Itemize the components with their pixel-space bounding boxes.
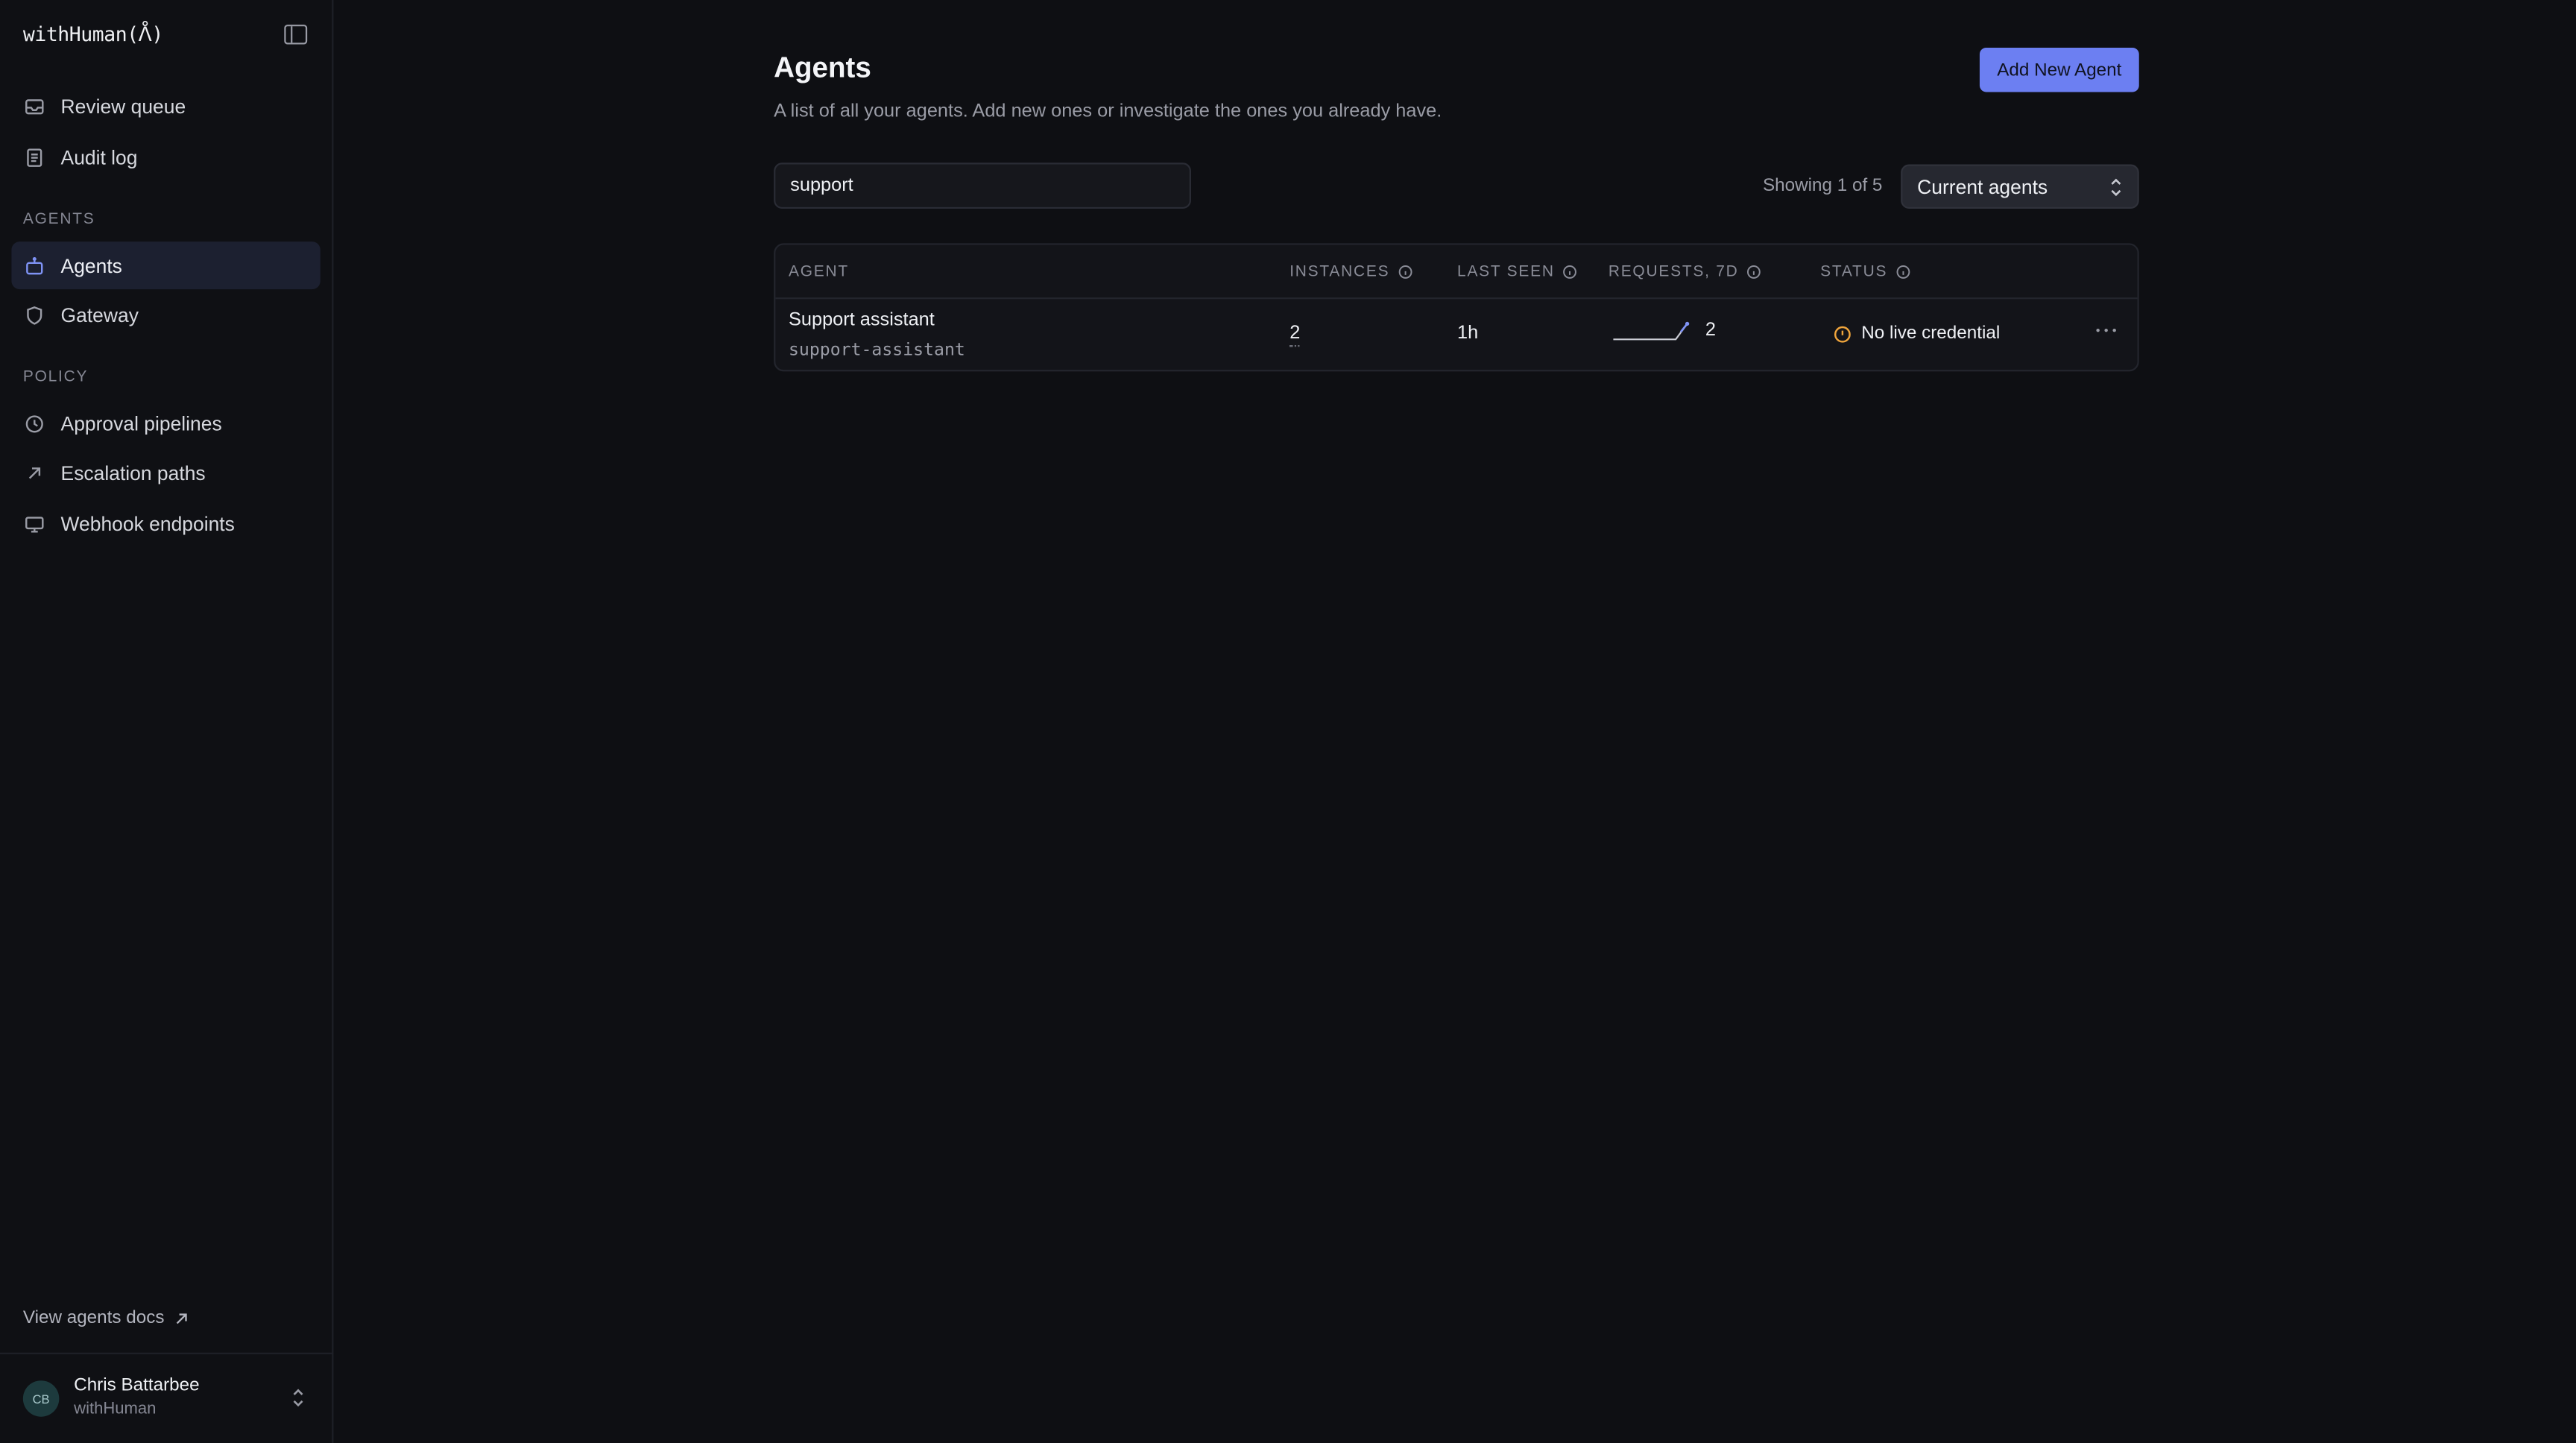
docs-link-label: View agents docs [22,1308,165,1328]
header-label: REQUESTS, 7D [1608,262,1739,282]
external-link-icon [176,1313,187,1324]
sidebar-item-label: Review queue [60,94,186,118]
status-label: No live credential [1861,323,2001,344]
header-label: STATUS [1820,262,1888,282]
header-label: INSTANCES [1289,262,1390,282]
requests-sparkline [1613,321,1690,341]
search-input[interactable] [774,162,1191,209]
chevron-up-down-icon [2111,178,2121,197]
avatar[interactable]: CB [22,1380,60,1417]
user-name: Chris Battarbee [74,1375,200,1396]
sidebar-item-label: Agents [60,253,122,277]
divider [0,1352,334,1354]
sidebar-item-label: Audit log [60,145,138,169]
info-icon[interactable] [1895,265,1910,280]
add-new-agent-button[interactable]: Add New Agent [1979,47,2139,92]
header-label: AGENT [788,262,849,282]
last-seen-value: 1h [1457,323,1479,344]
view-docs-link[interactable]: View agents docs [22,1308,189,1328]
arrow-up-right-icon [25,463,44,482]
page-title: Agents [774,51,871,84]
info-icon[interactable] [1563,265,1578,280]
sidebar-item-label: Approval pipelines [60,411,222,435]
sidebar-item-webhook-endpoints[interactable]: Webhook endpoints [11,499,320,547]
requests-value: 2 [1705,320,1716,341]
column-header-last-seen: LAST SEEN [1457,263,1578,281]
sidebar-item-label: Gateway [60,303,139,326]
column-header-instances: INSTANCES [1289,263,1412,281]
select-value: Current agents [1917,174,2048,198]
status-badge: No live credential [1834,323,2001,344]
results-count: Showing 1 of 5 [1762,175,1883,196]
column-header-status: STATUS [1820,263,1910,281]
agents-table: AGENT INSTANCES LAST SEEN REQUESTS, 7D S… [774,243,2139,372]
shield-icon [25,305,44,324]
bot-icon [25,256,44,275]
column-header-agent: AGENT [789,263,849,281]
sidebar-item-review-queue[interactable]: Review queue [11,82,320,130]
info-icon[interactable] [1398,265,1412,280]
sidebar-item-agents[interactable]: Agents [11,241,321,290]
section-label-agents: AGENTS [22,210,95,229]
inbox-icon [25,96,44,116]
sidebar-toggle-icon[interactable] [284,25,308,45]
section-label-policy: POLICY [22,367,89,387]
page-subtitle: A list of all your agents. Add new ones … [774,101,1442,122]
chevron-up-down-icon[interactable] [291,1387,306,1409]
sidebar-item-escalation-paths[interactable]: Escalation paths [11,449,320,496]
sidebar-item-audit-log[interactable]: Audit log [11,133,320,181]
sidebar-item-label: Webhook endpoints [60,511,235,535]
monitor-icon [25,514,44,533]
document-icon [25,147,44,166]
more-options-icon[interactable] [2094,327,2118,334]
clock-icon [25,414,44,433]
column-header-requests: REQUESTS, 7D [1609,263,1762,281]
agent-slug: support-assistant [788,340,965,360]
brand-logo[interactable]: withHuman(ᐰ) [23,23,163,46]
info-icon[interactable] [1747,265,1762,280]
header-label: LAST SEEN [1457,262,1555,282]
sidebar-item-approval-pipelines[interactable]: Approval pipelines [11,400,320,447]
agent-filter-select[interactable]: Current agents [1901,164,2139,209]
sidebar-item-label: Escalation paths [60,461,206,484]
sidebar-item-gateway[interactable]: Gateway [11,291,320,338]
agent-name[interactable]: Support assistant [789,311,935,330]
warning-icon [1834,325,1851,342]
table-header: AGENT INSTANCES LAST SEEN REQUESTS, 7D S… [775,245,2138,300]
sidebar: withHuman(ᐰ) Review queue Audit log AGEN… [0,0,334,1443]
instances-count[interactable]: 2 [1289,323,1301,347]
instances-value: 2 [1289,323,1301,347]
user-org: withHuman [74,1400,157,1418]
